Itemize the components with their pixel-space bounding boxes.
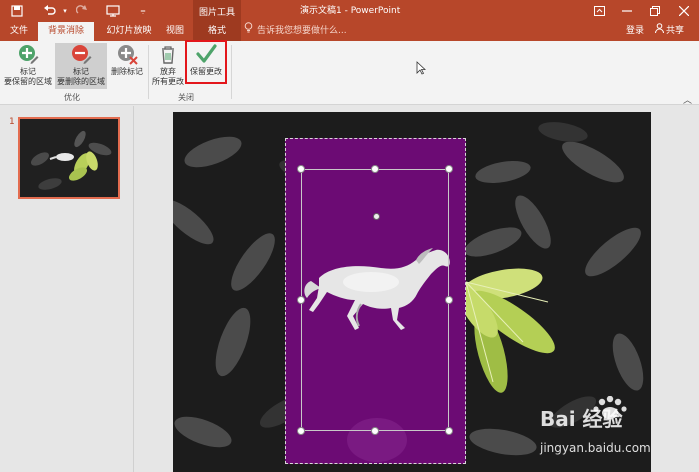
watermark-url: jingyan.baidu.com [539, 441, 651, 455]
tell-me-placeholder: 告诉我您想要做什么... [257, 26, 347, 36]
mark-remove-line1: 标记 [73, 67, 89, 76]
minimize-icon[interactable] [613, 0, 641, 22]
resize-handle-top-right[interactable] [445, 165, 453, 173]
group-label-close: 关闭 [178, 93, 194, 102]
baidu-watermark: Bai 经验 jingyan.baidu.com [530, 395, 695, 466]
group-label-refine: 优化 [64, 93, 80, 102]
group-separator [231, 45, 232, 99]
discard-line2: 所有更改 [152, 77, 184, 86]
share-button[interactable]: 共享 [655, 22, 684, 41]
marquee-selection-box[interactable] [301, 169, 449, 431]
thumbnail-image [20, 119, 118, 197]
slide-number: 1 [9, 117, 15, 127]
mark-areas-to-remove-button[interactable]: 标记 要删除的区域 [55, 43, 107, 89]
tell-me-search[interactable]: 告诉我您想要做什么... [244, 22, 347, 41]
resize-handle-right[interactable] [445, 296, 453, 304]
resize-handle-bottom-left[interactable] [297, 427, 305, 435]
discard-all-changes-button[interactable]: 放弃 所有更改 [150, 43, 186, 89]
minus-pencil-icon [72, 45, 92, 64]
tab-background-removal[interactable]: 背景消除 [38, 22, 94, 41]
save-icon[interactable] [9, 3, 25, 19]
group-separator [148, 45, 149, 99]
resize-handle-bottom[interactable] [371, 427, 379, 435]
baidu-paw-logo: Bai 经验 jingyan.baidu.com [539, 395, 651, 455]
tab-view[interactable]: 视图 [160, 22, 190, 41]
discard-line1: 放弃 [160, 67, 176, 76]
undo-dropdown-icon[interactable]: ▾ [60, 3, 70, 19]
close-icon[interactable] [670, 0, 698, 22]
delete-mark-label: 删除标记 [111, 67, 143, 76]
customize-qat-icon[interactable]: ⩦ [136, 3, 150, 19]
mark-remove-line2: 要删除的区域 [57, 77, 105, 86]
mark-keep-line2: 要保留的区域 [4, 77, 52, 86]
lightbulb-icon [244, 22, 253, 41]
restore-icon[interactable] [641, 0, 669, 22]
tab-file[interactable]: 文件 [4, 22, 34, 41]
trash-icon [162, 46, 174, 64]
tab-format[interactable]: 格式 [193, 22, 241, 41]
mouse-pointer-icon [416, 60, 427, 79]
watermark-brand: Bai 经验 [540, 407, 623, 431]
resize-handle-top[interactable] [371, 165, 379, 173]
share-label: 共享 [666, 26, 685, 36]
redo-icon[interactable] [74, 3, 90, 19]
ribbon-panel: 标记 要保留的区域 标记 要删除的区域 删除标记 优化 放弃 所有更改 保留更改… [0, 41, 699, 106]
tab-slideshow[interactable]: 幻灯片放映 [98, 22, 160, 41]
slideshow-from-start-icon[interactable] [104, 3, 122, 19]
slide-thumbnail[interactable] [18, 117, 120, 199]
collapse-ribbon-icon[interactable]: ︿ [683, 93, 692, 106]
window-title: 演示文稿1 - PowerPoint [300, 6, 401, 16]
removal-mark-minus-icon[interactable] [373, 213, 380, 220]
delete-mark-button[interactable]: 删除标记 [108, 43, 146, 89]
keep-changes-highlight-box [185, 40, 227, 84]
resize-handle-top-left[interactable] [297, 165, 305, 173]
person-icon [655, 22, 664, 41]
resize-handle-left[interactable] [297, 296, 305, 304]
ribbon-display-options-icon[interactable] [585, 0, 613, 22]
picture-tools-context-label: 图片工具 [193, 0, 241, 22]
mark-areas-to-keep-button[interactable]: 标记 要保留的区域 [2, 43, 54, 89]
title-bar: ▾ ⩦ 图片工具 演示文稿1 - PowerPoint [0, 0, 699, 22]
resize-handle-bottom-right[interactable] [445, 427, 453, 435]
undo-icon[interactable] [40, 3, 60, 19]
delete-mark-icon [118, 45, 138, 65]
ribbon-tab-row: 文件 背景消除 幻灯片放映 视图 格式 告诉我您想要做什么... 登录 共享 [0, 22, 699, 41]
login-link[interactable]: 登录 [626, 22, 644, 41]
mark-keep-line1: 标记 [20, 67, 36, 76]
slide-thumbnail-pane: 1 [0, 106, 134, 472]
plus-pencil-icon [19, 45, 39, 64]
powerpoint-window: ▾ ⩦ 图片工具 演示文稿1 - PowerPoint 文件 背景消除 幻灯片放… [0, 0, 699, 472]
